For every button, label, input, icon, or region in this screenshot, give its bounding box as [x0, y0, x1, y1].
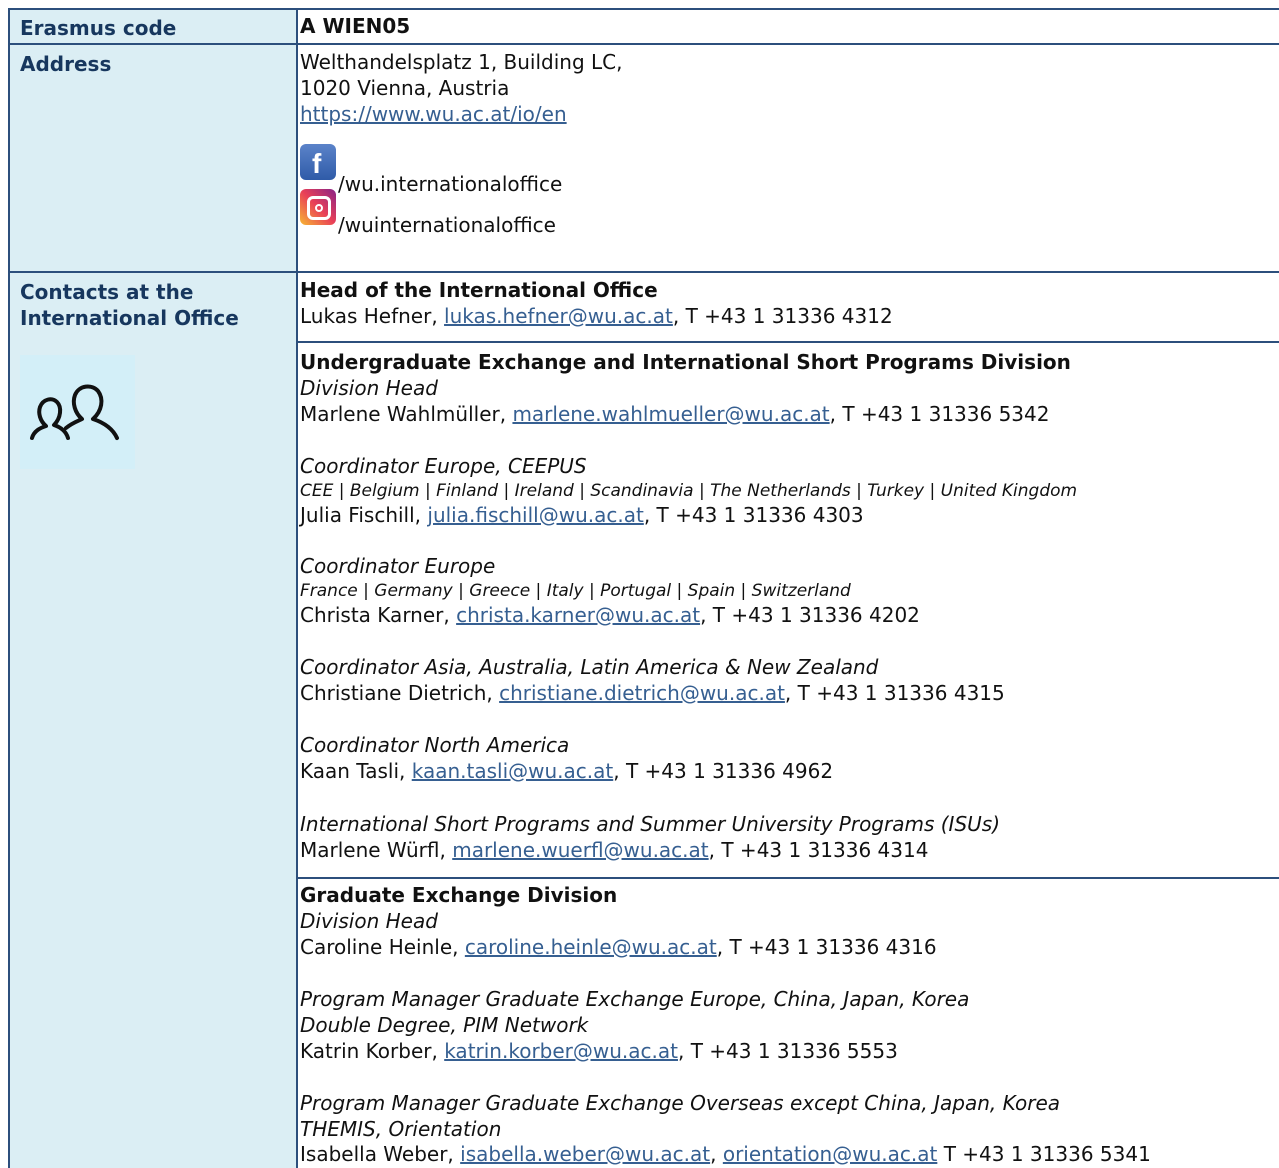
- email-link[interactable]: marlene.wahlmueller@wu.ac.at: [512, 402, 829, 426]
- website-row: https://www.wu.ac.at/io/en: [300, 101, 567, 127]
- contact-phone: , T +43 1 31336 4202: [700, 603, 920, 627]
- facebook-handle[interactable]: /wu.internationaloffice: [338, 171, 562, 197]
- email-link[interactable]: julia.fischill@wu.ac.at: [427, 503, 643, 527]
- cell-divider: [298, 341, 1279, 343]
- row-divider: [10, 271, 1279, 273]
- graduate-head-contact: Caroline Heinle, caroline.heinle@wu.ac.a…: [300, 934, 937, 960]
- head-title: Head of the International Office: [300, 278, 658, 302]
- contact-name: Christiane Dietrich,: [300, 681, 500, 705]
- c1-role: Coordinator Europe, CEEPUS: [300, 454, 587, 478]
- head-phone: , T +43 1 31336 4312: [672, 304, 893, 328]
- undergrad-head-contact: Marlene Wahlmüller, marlene.wahlmueller@…: [300, 401, 1049, 427]
- c2-role: Coordinator Europe: [300, 554, 496, 578]
- contact-name: Marlene Würfl,: [300, 838, 453, 862]
- graduate-title: Graduate Exchange Division: [300, 883, 618, 907]
- undergrad-title: Undergraduate Exchange and International…: [300, 350, 1071, 374]
- c5-contact: Marlene Würfl, marlene.wuerfl@wu.ac.at, …: [300, 837, 928, 863]
- contact-name: Marlene Wahlmüller,: [300, 402, 513, 426]
- head-contact: Lukas Hefner, lukas.hefner@wu.ac.at, T +…: [300, 303, 893, 329]
- contact-phone: T +43 1 31336 5341: [937, 1142, 1151, 1166]
- email-link[interactable]: christiane.dietrich@wu.ac.at: [499, 681, 785, 705]
- head-name: Lukas Hefner,: [300, 304, 445, 328]
- label-erasmus-code: Erasmus code: [20, 16, 177, 40]
- c3-contact: Christiane Dietrich, christiane.dietrich…: [300, 680, 1005, 706]
- p2-role2: THEMIS, Orientation: [300, 1117, 502, 1141]
- p2-role1: Program Manager Graduate Exchange Overse…: [300, 1091, 1061, 1115]
- undergrad-head-role: Division Head: [300, 376, 438, 400]
- contact-phone: , T +43 1 31336 4315: [784, 681, 1005, 705]
- contact-name: Katrin Korber,: [300, 1039, 445, 1063]
- contact-phone: , T +43 1 31336 4303: [643, 503, 864, 527]
- contact-phone: , T +43 1 31336 5553: [678, 1039, 898, 1063]
- contact-phone: , T +43 1 31336 4316: [716, 935, 937, 959]
- instagram-icon[interactable]: [300, 189, 336, 225]
- email-link[interactable]: isabella.weber@wu.ac.at: [460, 1142, 710, 1166]
- contact-phone: , T +43 1 31336 5342: [829, 402, 1050, 426]
- email-link[interactable]: marlene.wuerfl@wu.ac.at: [452, 838, 708, 862]
- email-link[interactable]: christa.karner@wu.ac.at: [456, 603, 700, 627]
- contacts-icon-box: [20, 355, 135, 469]
- facebook-icon[interactable]: f: [300, 144, 336, 180]
- c4-contact: Kaan Tasli, kaan.tasli@wu.ac.at, T +43 1…: [300, 758, 833, 784]
- separator: ,: [710, 1142, 723, 1166]
- email-link[interactable]: katrin.korber@wu.ac.at: [444, 1039, 678, 1063]
- contact-name: Julia Fischill,: [300, 503, 428, 527]
- instagram-handle[interactable]: /wuinternationaloffice: [338, 212, 556, 238]
- p1-contact: Katrin Korber, katrin.korber@wu.ac.at, T…: [300, 1038, 898, 1064]
- contact-name: Isabella Weber,: [300, 1142, 461, 1166]
- label-column: Erasmus code Address Contacts at the Int…: [10, 10, 298, 1168]
- head-email-link[interactable]: lukas.hefner@wu.ac.at: [444, 304, 673, 328]
- label-contacts-line1: Contacts at the: [20, 280, 194, 304]
- website-link[interactable]: https://www.wu.ac.at/io/en: [300, 102, 567, 126]
- people-icon: [30, 384, 119, 440]
- graduate-head-role: Division Head: [300, 909, 438, 933]
- contact-phone: , T +43 1 31336 4314: [708, 838, 929, 862]
- email-link[interactable]: orientation@wu.ac.at: [723, 1142, 938, 1166]
- email-link[interactable]: caroline.heinle@wu.ac.at: [465, 935, 717, 959]
- c4-role: Coordinator North America: [300, 733, 570, 757]
- p2-contact: Isabella Weber, isabella.weber@wu.ac.at,…: [300, 1141, 1151, 1167]
- p1-role2: Double Degree, PIM Network: [300, 1013, 589, 1037]
- contact-name: Christa Karner,: [300, 603, 457, 627]
- contact-phone: , T +43 1 31336 4962: [613, 759, 834, 783]
- p1-role1: Program Manager Graduate Exchange Europe…: [300, 987, 970, 1011]
- c5-role: International Short Programs and Summer …: [300, 812, 1000, 836]
- address-line1: Welthandelsplatz 1, Building LC,: [300, 50, 623, 74]
- address-line2: 1020 Vienna, Austria: [300, 76, 510, 100]
- row-divider: [10, 43, 1279, 45]
- erasmus-code-value: A WIEN05: [300, 14, 411, 38]
- c2-contact: Christa Karner, christa.karner@wu.ac.at,…: [300, 602, 920, 628]
- c3-role: Coordinator Asia, Australia, Latin Ameri…: [300, 655, 879, 679]
- c1-contact: Julia Fischill, julia.fischill@wu.ac.at,…: [300, 502, 864, 528]
- contact-name: Kaan Tasli,: [300, 759, 412, 783]
- email-link[interactable]: kaan.tasli@wu.ac.at: [412, 759, 614, 783]
- label-contacts-line2: International Office: [20, 306, 239, 330]
- label-address: Address: [20, 52, 112, 76]
- contact-name: Caroline Heinle,: [300, 935, 465, 959]
- c1-regions: CEE | Belgium | Finland | Ireland | Scan…: [300, 481, 1078, 501]
- c2-regions: France | Germany | Greece | Italy | Port…: [300, 581, 851, 601]
- cell-divider: [298, 877, 1279, 879]
